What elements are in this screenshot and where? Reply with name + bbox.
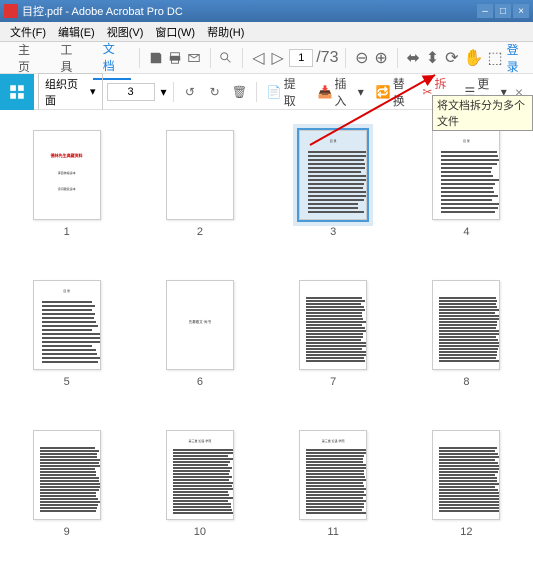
menu-window[interactable]: 窗口(W) (149, 22, 201, 42)
separator (256, 82, 257, 102)
login-link[interactable]: 登录 (507, 41, 525, 75)
separator (242, 48, 243, 68)
thumb-item[interactable]: 德林先生典藏资料译自种编读本诗词歌赋读本 1 (20, 130, 113, 250)
print-icon[interactable] (167, 48, 182, 68)
save-icon[interactable] (148, 48, 163, 68)
select-icon[interactable]: ⬚ (487, 48, 502, 68)
hand-icon[interactable]: ✋ (463, 48, 483, 68)
search-icon[interactable] (219, 48, 234, 68)
split-tooltip: 将文档拆分为多个文件 (432, 95, 533, 131)
separator (173, 82, 174, 102)
thumb-label: 11 (327, 526, 338, 538)
window-title: 目控.pdf - Adobe Acrobat Pro DC (22, 3, 183, 19)
page-thumbnail[interactable]: 先秦散文·尚书 (166, 280, 234, 370)
minimize-button[interactable]: – (477, 4, 493, 18)
thumb-label: 10 (194, 526, 206, 538)
page-thumbnail[interactable]: 目 录 (432, 130, 500, 220)
thumb-label: 7 (330, 376, 336, 388)
titlebar: 目控.pdf - Adobe Acrobat Pro DC – □ × (0, 0, 533, 22)
insert-icon: 📥 (317, 85, 332, 99)
thumb-label: 4 (463, 226, 469, 238)
main-toolbar: 主页 工具 文档 ◁ ▷ /73 ⊖ ⊕ ⬌ ⬍ ⟳ ✋ ⬚ 登录 (0, 42, 533, 74)
thumb-label: 2 (197, 226, 203, 238)
thumb-item[interactable]: 先秦散文·尚书 6 (153, 280, 246, 400)
extract-button[interactable]: 📄提取 (263, 73, 310, 111)
scissors-icon: ✂ (422, 85, 432, 99)
page-filter-input[interactable] (107, 83, 155, 101)
zoom-out-icon[interactable]: ⊖ (354, 48, 369, 68)
page-thumbnail[interactable]: 目 录 (299, 130, 367, 220)
thumb-item[interactable]: 9 (20, 430, 113, 550)
rotate-right-icon[interactable]: ↻ (204, 81, 225, 103)
maximize-button[interactable]: □ (495, 4, 511, 18)
page-thumbnail[interactable] (432, 280, 500, 370)
thumb-label: 8 (463, 376, 469, 388)
replace-icon: 🔁 (376, 85, 391, 99)
thumb-item[interactable]: 第三章 论语·学而 10 (153, 430, 246, 550)
close-button[interactable]: × (513, 4, 529, 18)
thumb-label: 5 (64, 376, 70, 388)
organize-dropdown[interactable]: 组织页面▾ (38, 73, 103, 111)
mail-icon[interactable] (187, 48, 202, 68)
extract-icon: 📄 (267, 85, 282, 99)
page-thumbnail[interactable] (166, 130, 234, 220)
thumb-label: 3 (330, 226, 336, 238)
page-thumbnail[interactable]: 第三章 论语·学而 (299, 430, 367, 520)
page-count-icon: /73 (317, 48, 337, 68)
chevron-down-icon: ▾ (358, 85, 364, 99)
page-thumbnail[interactable]: 德林先生典藏资料译自种编读本诗词歌赋读本 (33, 130, 101, 220)
fit-width-icon[interactable]: ⬌ (406, 48, 421, 68)
insert-button[interactable]: 📥插入▾ (313, 73, 367, 111)
thumb-item[interactable]: 8 (420, 280, 513, 400)
thumb-label: 12 (460, 526, 472, 538)
page-number-input[interactable] (289, 49, 313, 67)
page-thumbnail[interactable] (299, 280, 367, 370)
replace-button[interactable]: 🔁替换 (372, 73, 419, 111)
thumbnail-grid: 德林先生典藏资料译自种编读本诗词歌赋读本12目 录3目 录4目 录5先秦散文·尚… (0, 110, 533, 570)
page-thumbnail[interactable] (33, 430, 101, 520)
page-thumbnail[interactable] (432, 430, 500, 520)
page-thumbnail[interactable]: 目 录 (33, 280, 101, 370)
next-page-icon[interactable]: ▷ (270, 48, 285, 68)
thumb-item[interactable]: 目 录 3 (287, 130, 380, 250)
thumb-item[interactable]: 2 (153, 130, 246, 250)
thumb-label: 9 (64, 526, 70, 538)
fit-page-icon[interactable]: ⬍ (425, 48, 440, 68)
separator (345, 48, 346, 68)
thumb-item[interactable]: 目 录 4 (420, 130, 513, 250)
separator (139, 48, 140, 68)
organize-pages-icon[interactable] (0, 74, 34, 110)
thumb-item[interactable]: 7 (287, 280, 380, 400)
separator (210, 48, 211, 68)
rotate-left-icon[interactable]: ↺ (180, 81, 201, 103)
chevron-down-icon: ▾ (90, 85, 96, 98)
separator (397, 48, 398, 68)
page-thumbnail[interactable]: 第三章 论语·学而 (166, 430, 234, 520)
thumb-label: 6 (197, 376, 203, 388)
rotate-icon[interactable]: ⟳ (444, 48, 459, 68)
zoom-in-icon[interactable]: ⊕ (373, 48, 388, 68)
menu-help[interactable]: 帮助(H) (201, 22, 250, 42)
delete-icon[interactable]: 🗑 (229, 81, 250, 103)
thumb-item[interactable]: 12 (420, 430, 513, 550)
thumb-item[interactable]: 目 录 5 (20, 280, 113, 400)
page-dropdown-icon[interactable]: ▾ (161, 85, 167, 99)
thumb-item[interactable]: 第三章 论语·学而 11 (287, 430, 380, 550)
app-icon (4, 4, 18, 18)
thumb-label: 1 (64, 226, 70, 238)
prev-page-icon[interactable]: ◁ (251, 48, 266, 68)
